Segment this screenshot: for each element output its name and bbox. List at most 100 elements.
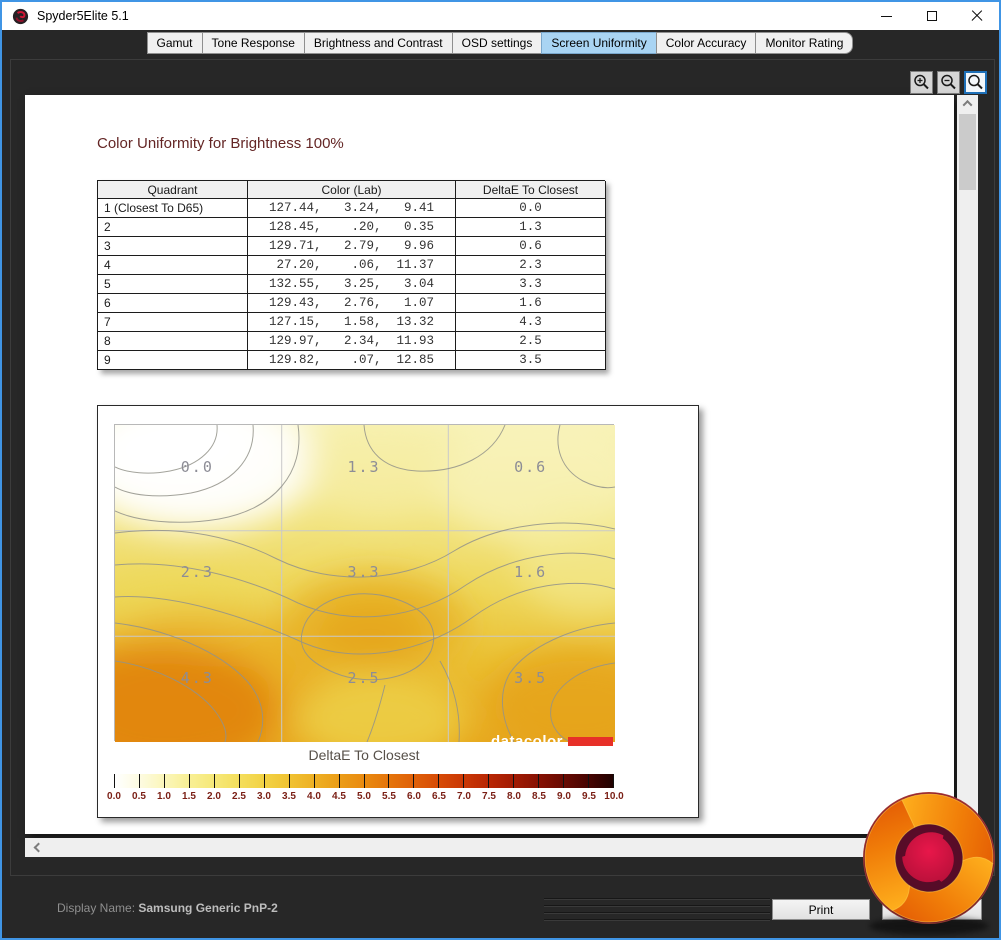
datacolor-red-bar-icon <box>568 737 614 746</box>
tab[interactable]: Tone Response <box>201 32 305 54</box>
colorbar-tick: 7.0 <box>457 791 471 802</box>
lab-color-cell: 128.45, .20, 0.35 <box>248 218 456 237</box>
colorbar-tick-labels: 0.0 0.5 1.0 1.5 2.0 2.5 3.0 3.5 4.0 4.5 5.0 5.5 6.0 6… <box>107 791 624 803</box>
deltae-cell: 0.6 <box>456 237 606 256</box>
colorbar-tick: 7.5 <box>482 791 496 802</box>
quadrant-cell: 3 <box>98 237 248 256</box>
horizontal-scrollbar[interactable] <box>25 838 954 857</box>
colorbar-segment <box>538 774 564 788</box>
print-button[interactable]: Print <box>772 899 870 920</box>
colorbar-segment <box>588 774 614 788</box>
report-page: Color Uniformity for Brightness 100% Qua… <box>25 95 954 834</box>
deltae-cell: 2.3 <box>456 256 606 275</box>
spyder-app-icon <box>12 8 29 24</box>
display-name-value: Samsung Generic PnP-2 <box>138 901 278 915</box>
tab[interactable]: Monitor Rating <box>755 32 854 54</box>
tab[interactable]: OSD settings <box>451 32 543 54</box>
zoom-reset-icon <box>968 74 983 90</box>
lab-color-cell: 132.55, 3.25, 3.04 <box>248 275 456 294</box>
scroll-up-button[interactable] <box>957 95 978 111</box>
zoom-reset-button[interactable] <box>964 71 987 94</box>
vertical-scrollbar[interactable] <box>957 95 978 834</box>
quadrant-cell: 9 <box>98 351 248 370</box>
colorbar-segment <box>488 774 514 788</box>
lab-color-cell: 127.15, 1.58, 13.32 <box>248 313 456 332</box>
tab[interactable]: Brightness and Contrast <box>303 32 453 54</box>
secondary-button[interactable] <box>882 899 982 920</box>
colorbar-tick: 5.0 <box>357 791 371 802</box>
uniformity-table: Quadrant Color (Lab) DeltaE To Closest 1 (… <box>97 180 606 370</box>
chevron-up-icon <box>962 99 973 110</box>
tab[interactable]: Color Accuracy <box>655 32 757 54</box>
colorbar-title: DeltaE To Closest <box>308 747 420 763</box>
colorbar-segment <box>413 774 439 788</box>
deltae-cell: 1.3 <box>456 218 606 237</box>
maximize-icon <box>926 11 937 21</box>
zoom-out-button[interactable] <box>937 71 960 94</box>
colorbar-segment <box>513 774 539 788</box>
scroll-left-button[interactable] <box>29 838 47 857</box>
deltae-cell: 4.3 <box>456 313 606 332</box>
maximize-button[interactable] <box>909 2 954 30</box>
colorbar-tick: 2.0 <box>207 791 221 802</box>
close-icon <box>971 10 983 22</box>
table-row: 5 132.55, 3.25, 3.04 3.3 <box>98 275 606 294</box>
lab-color-cell: 27.20, .06, 11.37 <box>248 256 456 275</box>
tab[interactable]: Gamut <box>146 32 203 54</box>
display-name-row: Display Name: Samsung Generic PnP-2 <box>57 901 278 915</box>
table-row: 8 129.97, 2.34, 11.93 2.5 <box>98 332 606 351</box>
colorbar-segment <box>263 774 289 788</box>
deltae-cell: 1.6 <box>456 294 606 313</box>
colorbar-tick: 4.0 <box>307 791 321 802</box>
zoom-in-button[interactable] <box>910 71 933 94</box>
table-row: 9 129.82, .07, 12.85 3.5 <box>98 351 606 370</box>
colorbar-tick: 0.0 <box>107 791 121 802</box>
zoom-in-icon <box>914 74 929 90</box>
close-button[interactable] <box>954 2 999 30</box>
colorbar-segment <box>338 774 364 788</box>
quadrant-cell: 6 <box>98 294 248 313</box>
quadrant-cell: 2 <box>98 218 248 237</box>
quadrant-cell: 1 (Closest To D65) <box>98 199 248 218</box>
minimize-button[interactable] <box>864 2 909 30</box>
colorbar-segment <box>463 774 489 788</box>
titlebar: Spyder5Elite 5.1 <box>2 2 999 30</box>
colorbar-tick: 6.0 <box>407 791 421 802</box>
deltae-cell: 3.5 <box>456 351 606 370</box>
colorbar-segment <box>288 774 314 788</box>
colorbar-tick: 8.0 <box>507 791 521 802</box>
colorbar-segment <box>163 774 189 788</box>
colorbar-tick: 4.5 <box>332 791 346 802</box>
colorbar-segment <box>138 774 164 788</box>
colorbar-segment <box>213 774 239 788</box>
colorbar-tick: 0.5 <box>132 791 146 802</box>
window-title: Spyder5Elite 5.1 <box>37 9 129 23</box>
colorbar-segment <box>563 774 589 788</box>
table-row: 2 128.45, .20, 0.35 1.3 <box>98 218 606 237</box>
table-row: 3 129.71, 2.79, 9.96 0.6 <box>98 237 606 256</box>
table-row: 4 27.20, .06, 11.37 2.3 <box>98 256 606 275</box>
colorbar-segment <box>238 774 264 788</box>
zoom-out-icon <box>941 74 956 90</box>
lab-color-cell: 127.44, 3.24, 9.41 <box>248 199 456 218</box>
quadrant-cell: 7 <box>98 313 248 332</box>
vertical-scrollbar-thumb[interactable] <box>959 114 976 190</box>
colorbar-segment <box>438 774 464 788</box>
tab[interactable]: Screen Uniformity <box>541 32 657 54</box>
table-row: 1 (Closest To D65) 127.44, 3.24, 9.41 0.… <box>98 199 606 218</box>
zoom-toolbar <box>910 71 987 94</box>
colorbar-tick: 8.5 <box>532 791 546 802</box>
minimize-icon <box>881 15 892 17</box>
uniformity-contour-map <box>114 424 615 742</box>
colorbar-segment <box>114 774 139 788</box>
deltae-cell: 2.5 <box>456 332 606 351</box>
quadrant-cell: 5 <box>98 275 248 294</box>
colorbar-segment <box>363 774 389 788</box>
table-body: 1 (Closest To D65) 127.44, 3.24, 9.41 0.… <box>98 199 606 370</box>
quadrant-cell: 8 <box>98 332 248 351</box>
lab-color-cell: 129.43, 2.76, 1.07 <box>248 294 456 313</box>
quadrant-cell: 4 <box>98 256 248 275</box>
table-row: 6 129.43, 2.76, 1.07 1.6 <box>98 294 606 313</box>
table-header-row: Quadrant Color (Lab) DeltaE To Closest <box>98 181 606 199</box>
lab-color-cell: 129.71, 2.79, 9.96 <box>248 237 456 256</box>
